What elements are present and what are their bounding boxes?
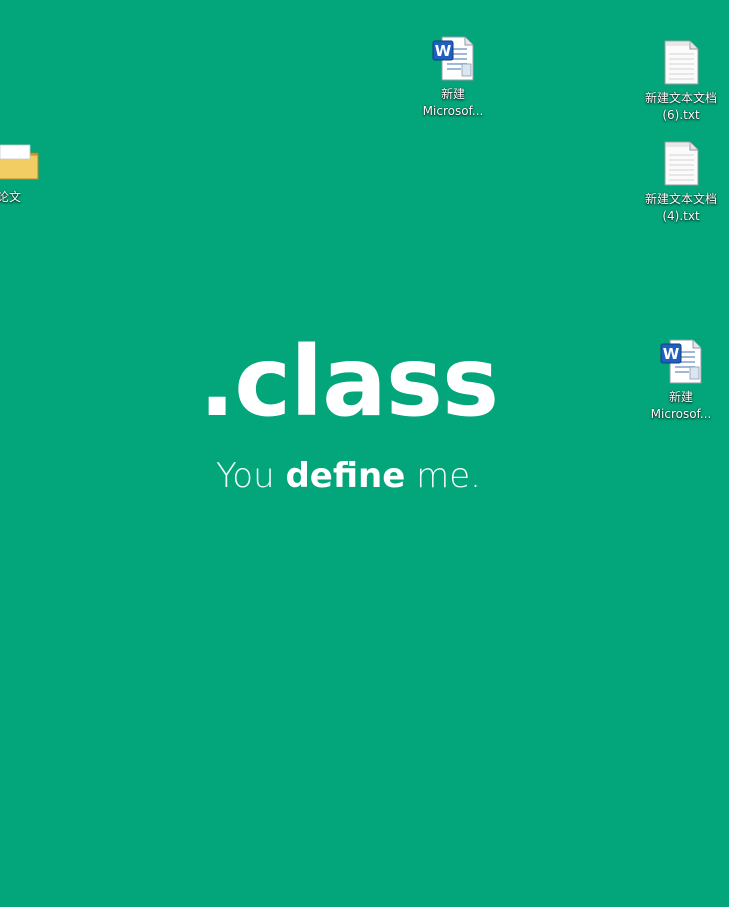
desktop-icon-label: 新建文本文档 (4).txt bbox=[644, 192, 717, 223]
desktop-icon-text-file[interactable]: 新建文本文档 (4).txt bbox=[641, 139, 721, 225]
desktop-icon-label: 新建文本文档 (6).txt bbox=[644, 91, 717, 122]
folder-icon bbox=[0, 137, 40, 185]
clipped-icon-label bbox=[4, 0, 24, 1]
wallpaper-tagline: You define me. bbox=[0, 454, 713, 498]
wallpaper-title: .class bbox=[198, 326, 499, 438]
tagline-bold: define bbox=[285, 456, 406, 496]
tagline-start: You bbox=[216, 456, 286, 496]
text-file-icon bbox=[657, 38, 705, 86]
clipped-icon-label bbox=[430, 0, 478, 1]
desktop-icon-text-file[interactable]: 新建文本文档 (6).txt bbox=[641, 38, 721, 124]
text-file-icon bbox=[657, 139, 705, 187]
desktop-icon-word-document[interactable]: W 新建 Microsof... bbox=[413, 34, 493, 120]
tagline-end: me. bbox=[405, 456, 481, 496]
word-document-icon: W bbox=[429, 34, 477, 82]
desktop-icon-label: 论文 bbox=[0, 190, 21, 204]
clipped-icon-label bbox=[202, 0, 248, 1]
desktop-icon-label: 新建 Microsof... bbox=[422, 87, 484, 118]
desktop-icon-folder[interactable]: 论文 bbox=[0, 137, 40, 206]
svg-text:W: W bbox=[435, 42, 452, 60]
